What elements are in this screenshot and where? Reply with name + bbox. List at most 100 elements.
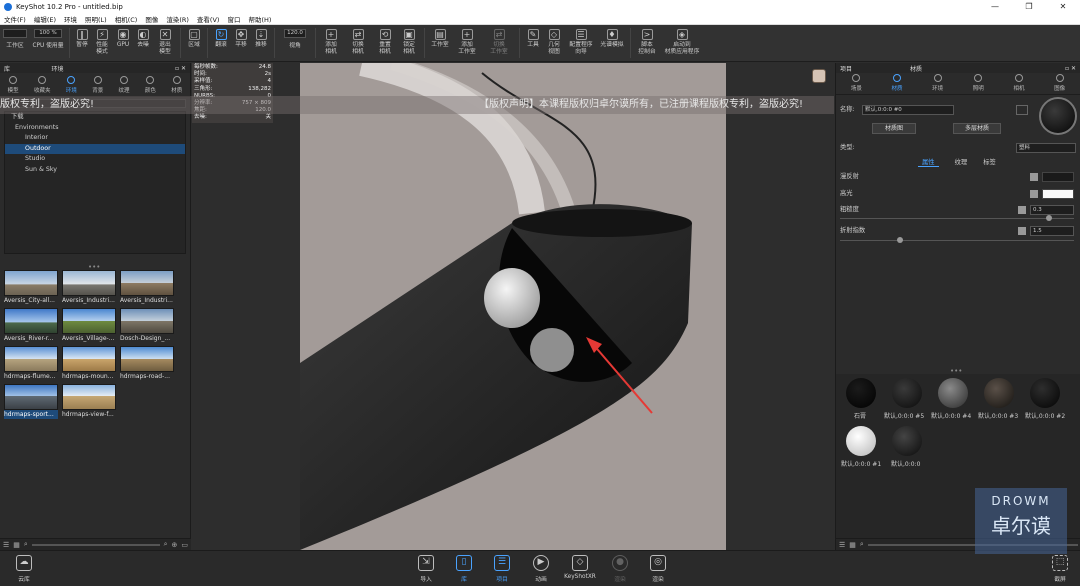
thumbnail[interactable]: hdrmaps-sport...	[4, 384, 58, 419]
thumbnail[interactable]: Dosch-Design_...	[120, 308, 174, 343]
search-icon[interactable]: ⌕	[860, 540, 864, 549]
folder-icon[interactable]: ▭	[181, 541, 188, 549]
menu-camera[interactable]: 相机(C)	[111, 14, 142, 24]
render-viewport[interactable]: 每秒帧数: 24.8 时间: 2s 采样值: 4 三角形: 138,282 NURBS:…	[192, 63, 834, 550]
toolbar-geometry-view[interactable]: ◇ 几何 视图	[543, 25, 565, 62]
ior-slider[interactable]	[840, 240, 1074, 241]
toolbar-studio[interactable]: ▤ 工作室	[428, 25, 452, 62]
toolbar-configurator[interactable]: ☰ 配置程序 向导	[565, 25, 597, 62]
save-material-icon[interactable]	[1016, 105, 1028, 115]
panel-float-close-icon[interactable]: ▫ ✕	[175, 65, 186, 72]
material-type-select[interactable]: 塑料	[1016, 143, 1076, 153]
diffuse-color-swatch[interactable]	[1042, 172, 1074, 182]
menu-environment[interactable]: 环境	[60, 14, 81, 24]
tab-lighting[interactable]: 照明	[973, 74, 984, 92]
menu-edit[interactable]: 编辑(E)	[30, 14, 60, 24]
subtab-textures[interactable]: 纹理	[955, 157, 968, 167]
thumbnail[interactable]: hdrmaps-view-f...	[62, 384, 116, 419]
grid-view-icon[interactable]: ▦	[13, 541, 20, 549]
ior-input[interactable]: 1.5	[1030, 226, 1074, 236]
roughness-input[interactable]: 0.3	[1030, 205, 1074, 215]
toolbar-region[interactable]: ▢ 区域	[184, 25, 204, 62]
thumbnail[interactable]: hdrmaps-road-...	[120, 346, 174, 381]
toolbar-reset-camera[interactable]: ⟲ 重置 相机	[373, 25, 397, 62]
animation-button[interactable]: ▶ 动画	[527, 555, 555, 583]
tree-item-outdoor[interactable]: Outdoor	[5, 143, 185, 154]
tab-colors[interactable]: 颜色	[145, 76, 156, 94]
toolbar-denoise[interactable]: ◐ 去噪	[133, 25, 153, 62]
toolbar-dolly[interactable]: ⇣ 推移	[251, 25, 271, 62]
toolbar-lock-camera[interactable]: ▣ 锁定 相机	[397, 25, 421, 62]
tree-item-interior[interactable]: Interior	[5, 133, 185, 144]
roughness-slider-handle[interactable]	[1046, 215, 1052, 221]
zoom-field[interactable]: 100 %	[34, 29, 62, 38]
toolbar-add-camera[interactable]: + 添加 相机	[319, 25, 343, 62]
subtab-labels[interactable]: 标签	[983, 157, 996, 167]
material-swatch[interactable]	[892, 378, 922, 408]
panel-float-close-icon[interactable]: ▫ ✕	[1065, 65, 1076, 72]
thumbnail-size-slider[interactable]	[31, 543, 160, 546]
specular-color-swatch[interactable]	[1042, 189, 1074, 199]
thumbnail[interactable]: Aversis_Industri...	[120, 270, 174, 305]
tab-camera[interactable]: 相机	[1013, 74, 1024, 92]
tree-item-studio[interactable]: Studio	[5, 154, 185, 165]
toolbar-gpu[interactable]: ◉ GPU	[113, 25, 133, 62]
add-icon[interactable]: ⊕	[172, 541, 178, 549]
tab-environment[interactable]: 环境	[932, 74, 943, 92]
toolbar-tools[interactable]: ✎ 工具	[523, 25, 543, 62]
maximize-button[interactable]: ❐	[1012, 0, 1046, 13]
search-icon[interactable]: ⌕	[164, 540, 168, 549]
library-button[interactable]: ▯ 库	[450, 555, 478, 583]
keyshotxr-button[interactable]: ◇ KeyShotXR	[564, 555, 596, 580]
thumbnail[interactable]: hdrmaps-moun...	[62, 346, 116, 381]
material-swatch[interactable]	[846, 378, 876, 408]
tab-backgrounds[interactable]: 背景	[92, 76, 103, 94]
toolbar-spectrum[interactable]: ♦ 光谱模拟	[597, 25, 627, 62]
texture-toggle-icon[interactable]	[1018, 227, 1026, 235]
screenshot-button[interactable]: ⬚ 截屏	[1046, 555, 1074, 583]
fov-field[interactable]: 120.0	[284, 29, 306, 38]
tab-models[interactable]: 模型	[8, 76, 19, 94]
thumbnail[interactable]: Aversis_River-r...	[4, 308, 58, 343]
tab-image[interactable]: 图像	[1054, 74, 1065, 92]
thumbnail[interactable]: Aversis_City-all...	[4, 270, 58, 305]
tab-scene[interactable]: 场景	[851, 74, 862, 92]
material-swatch[interactable]	[938, 378, 968, 408]
toolbar-workspace[interactable]: 工作区	[0, 25, 30, 62]
thumbnail[interactable]: hdrmaps-flume...	[4, 346, 58, 381]
texture-toggle-icon[interactable]	[1030, 173, 1038, 181]
viewport-overlay-icon[interactable]	[812, 69, 826, 83]
toolbar-material-app[interactable]: ◈ 启动到 材质应用程序	[660, 25, 704, 62]
menu-file[interactable]: 文件(F)	[0, 14, 30, 24]
cloud-library-button[interactable]: ☁ 云库	[10, 555, 38, 583]
menu-help[interactable]: 帮助(H)	[244, 14, 275, 24]
material-swatch[interactable]	[846, 426, 876, 456]
render-button[interactable]: ◎ 渲染	[644, 555, 672, 583]
toolbar-view-angle[interactable]: 120.0 视角	[278, 25, 312, 62]
toolbar-pause[interactable]: ‖ 暂停	[73, 25, 91, 62]
toolbar-exit[interactable]: ✕ 退出 模型	[153, 25, 177, 62]
material-graph-button[interactable]: 材质图	[872, 123, 916, 134]
toolbar-performance[interactable]: ⚡ 性能 模式	[91, 25, 113, 62]
tab-environments[interactable]: 环境	[66, 76, 77, 94]
workspace-select[interactable]	[3, 29, 27, 38]
ior-slider-handle[interactable]	[897, 237, 903, 243]
thumbnail[interactable]: Aversis_Industri...	[62, 270, 116, 305]
import-button[interactable]: ⇲ 导入	[412, 555, 440, 583]
menu-image[interactable]: 图像	[141, 14, 162, 24]
toolbar-switch-studio[interactable]: ⇄ 切换 工作室	[482, 25, 516, 62]
menu-view[interactable]: 查看(V)	[193, 14, 224, 24]
tab-materials[interactable]: 材质	[171, 76, 182, 94]
menu-window[interactable]: 窗口	[223, 14, 244, 24]
toolbar-switch-camera[interactable]: ⇄ 切换 相机	[343, 25, 373, 62]
tab-textures[interactable]: 纹理	[119, 76, 130, 94]
multi-layer-material-button[interactable]: 多层材质	[953, 123, 1001, 134]
toolbar-script[interactable]: > 脚本 控制台	[634, 25, 660, 62]
toolbar-cpu[interactable]: 100 % CPU 使用量	[30, 25, 66, 62]
toolbar-add-studio[interactable]: + 添加 工作室	[452, 25, 482, 62]
search-icon[interactable]: ⌕	[24, 540, 28, 549]
tree-item-sun-sky[interactable]: Sun & Sky	[5, 165, 185, 176]
texture-toggle-icon[interactable]	[1030, 190, 1038, 198]
material-swatch[interactable]	[984, 378, 1014, 408]
tab-favorites[interactable]: 收藏夹	[34, 76, 51, 94]
